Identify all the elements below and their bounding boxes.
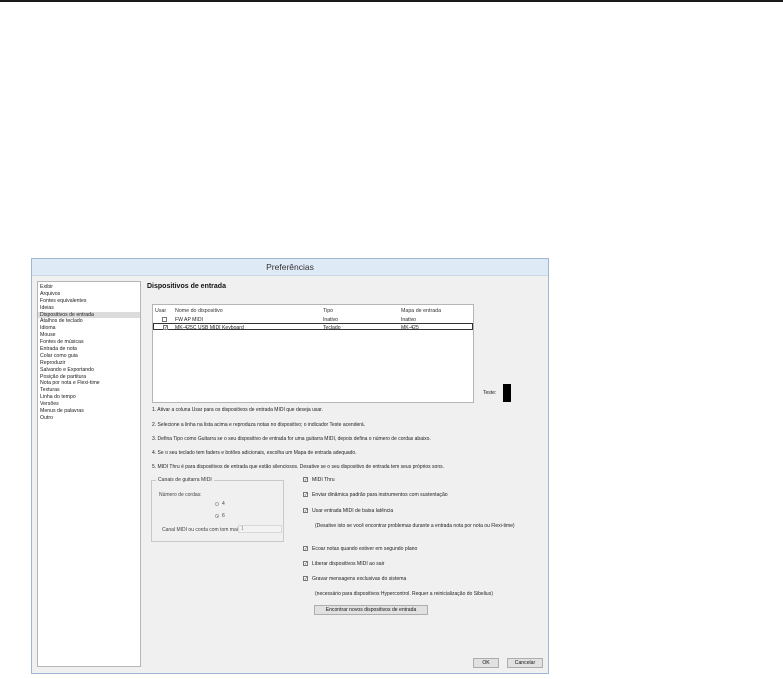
preferences-category-list[interactable]: Exibir Arquivos Fontes equivalentes Idei…	[37, 281, 141, 667]
midi-thru-checkbox[interactable]: ✓	[303, 477, 308, 482]
low-latency-note: (Desative isto se você encontrar problem…	[315, 523, 515, 529]
input-device-table[interactable]: Usar Nome do dispositivo Tipo Mapa de en…	[152, 304, 474, 403]
strings-4-radio[interactable]	[215, 502, 219, 506]
low-latency-label: Usar entrada MIDI de baixa latência	[312, 508, 394, 514]
strings-4-label: 4	[222, 501, 225, 507]
record-sysex-label: Gravar mensagens exclusivas do sistema	[312, 576, 407, 582]
table-row-selected[interactable]: ✓ MK-425C USB MIDI Keyboard Teclado MK-4…	[153, 323, 473, 331]
sidebar-item-texturas[interactable]: Texturas	[38, 387, 140, 394]
use-checkbox[interactable]: ✓	[163, 324, 168, 330]
device-input-map[interactable]: Inativo	[401, 317, 416, 323]
window-title: Preferências	[266, 262, 314, 272]
sidebar-item-idioma[interactable]: Idioma	[38, 325, 140, 332]
sidebar-item-colar-como-guia[interactable]: Colar como guia	[38, 353, 140, 360]
echo-background-label: Ecoar notas quando estiver em segundo pl…	[312, 546, 418, 552]
column-header-input-map[interactable]: Mapa de entrada	[401, 308, 441, 314]
sidebar-item-outro[interactable]: Outro	[38, 415, 140, 422]
strings-6-label: 6	[222, 513, 225, 519]
column-header-type[interactable]: Tipo	[323, 308, 333, 314]
instruction-step-1: 1. Ativar a coluna Usar para os disposit…	[152, 407, 323, 413]
send-dynamic-label: Enviar dinâmica padrão para instrumentos…	[312, 492, 448, 498]
release-devices-label: Liberar dispositivos MIDI ao sair	[312, 561, 385, 567]
send-dynamic-checkbox[interactable]: ✓	[303, 492, 308, 497]
device-input-map[interactable]: MK-425	[401, 325, 419, 331]
sidebar-item-fontes-de-musicas[interactable]: Fontes de músicas	[38, 339, 140, 346]
sysex-note: (necessário para dispositivos Hypercontr…	[315, 591, 493, 597]
echo-background-checkbox[interactable]: ✓	[303, 546, 308, 551]
instruction-step-2: 2. Selecione a linha na lista acima e re…	[152, 422, 366, 428]
instruction-step-3: 3. Defina Tipo como Guitarra se o seu di…	[152, 436, 431, 442]
use-checkbox[interactable]	[162, 317, 167, 322]
preferences-dialog: Preferências Exibir Arquivos Fontes equi…	[31, 258, 549, 674]
group-title: Canais de guitarra MIDI	[156, 477, 214, 483]
sidebar-item-linha-do-tempo[interactable]: Linha do tempo	[38, 394, 140, 401]
column-header-device-name[interactable]: Nome do dispositivo	[175, 308, 223, 314]
page-title: Dispositivos de entrada	[147, 283, 226, 290]
midi-channel-field[interactable]: 1	[238, 525, 282, 533]
release-devices-checkbox[interactable]: ✓	[303, 561, 308, 566]
midi-thru-label: MIDI Thru	[312, 477, 335, 483]
column-header-use[interactable]: Usar	[155, 308, 166, 314]
test-label: Teste:	[483, 390, 497, 396]
instruction-step-5: 5. MIDI Thru é para dispositivos de entr…	[152, 464, 445, 470]
record-sysex-checkbox[interactable]: ✓	[303, 576, 308, 581]
device-name: MK-425C USB MIDI Keyboard	[175, 324, 244, 331]
find-new-devices-button[interactable]: Encontrar novos dispositivos de entrada	[314, 605, 428, 615]
sidebar-item-nota-por-nota[interactable]: Nota por nota e Flexi-time	[38, 380, 140, 387]
top-divider	[0, 0, 783, 2]
device-type[interactable]: Teclado	[323, 325, 341, 331]
sidebar-item-exibir[interactable]: Exibir	[38, 284, 140, 291]
strings-6-radio[interactable]	[215, 514, 219, 518]
sidebar-item-reproduzir[interactable]: Reproduzir	[38, 360, 140, 367]
ok-button[interactable]: OK	[473, 658, 499, 668]
sidebar-item-atalhos-de-teclado[interactable]: Atalhos de teclado	[38, 318, 140, 325]
device-name: FW AP MIDI	[175, 316, 203, 323]
sidebar-item-fontes-equivalentes[interactable]: Fontes equivalentes	[38, 298, 140, 305]
instruction-step-4: 4. Se o seu teclado tem faders e botões …	[152, 450, 357, 456]
midi-channel-label: Canal MIDI ou corda com tom mais alto	[162, 527, 250, 533]
sidebar-item-versoes[interactable]: Versões	[38, 401, 140, 408]
sidebar-item-entrada-de-nota[interactable]: Entrada de nota	[38, 346, 140, 353]
sidebar-item-salvando-e-exportando[interactable]: Salvando e Exportando	[38, 367, 140, 374]
device-type[interactable]: Inativo	[323, 317, 338, 323]
low-latency-checkbox[interactable]: ✓	[303, 508, 308, 513]
table-row[interactable]: FW AP MIDI Inativo Inativo	[153, 316, 473, 323]
sidebar-item-menus-de-palavras[interactable]: Menus de palavras	[38, 408, 140, 415]
sidebar-item-ideias[interactable]: Ideias	[38, 305, 140, 312]
cancel-button[interactable]: Cancelar	[507, 658, 543, 668]
test-indicator	[503, 384, 511, 402]
strings-count-label: Número de cordas:	[159, 492, 202, 498]
sidebar-item-posicao-de-partitura[interactable]: Posição de partitura	[38, 374, 140, 381]
sidebar-item-arquivos[interactable]: Arquivos	[38, 291, 140, 298]
sidebar-item-dispositivos-de-entrada[interactable]: Dispositivos de entrada	[38, 311, 140, 319]
sidebar-item-mouse[interactable]: Mouse	[38, 332, 140, 339]
title-bar: Preferências	[32, 259, 548, 276]
